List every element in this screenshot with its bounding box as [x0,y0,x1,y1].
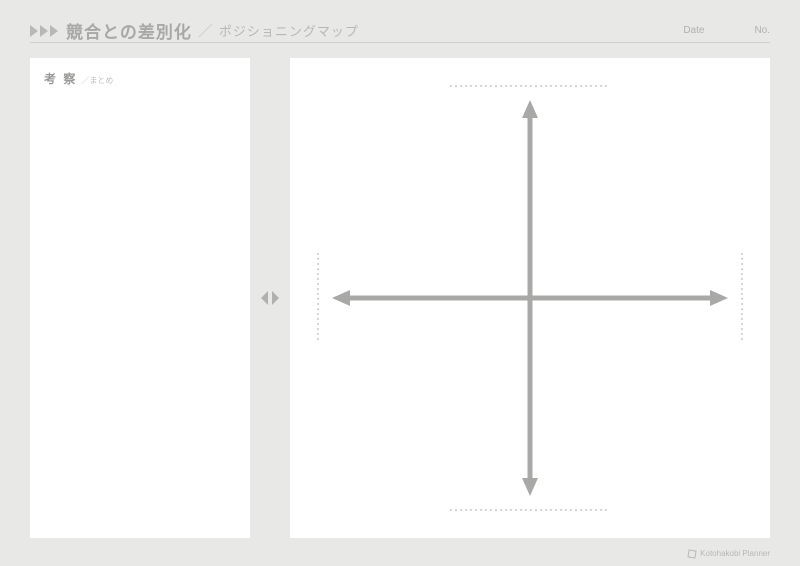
triangle-bullets-icon [30,25,58,37]
no-label: No. [754,25,770,36]
positioning-axes-icon [290,58,770,538]
page-title: 競合との差別化 [66,18,192,43]
header: 競合との差別化 ／ ポジショニングマップ Date No. [30,18,770,43]
divider-arrows-icon [260,288,280,308]
header-left: 競合との差別化 ／ ポジショニングマップ [30,18,359,43]
positioning-map-panel [290,58,770,538]
footer: Kotohakobi Planner [688,549,770,558]
date-label: Date [683,25,704,36]
observation-subtitle: ／まとめ [81,76,113,85]
observation-panel: 考 察 ／まとめ [30,58,250,538]
header-underline [30,42,770,43]
panel-divider [250,288,290,308]
page-subtitle: ポジショニングマップ [219,21,359,40]
header-meta: Date No. [683,25,770,36]
brand-icon [688,549,697,558]
observation-title: 考 察 [44,72,77,86]
content-area: 考 察 ／まとめ [30,58,770,538]
brand-label: Kotohakobi Planner [700,549,770,558]
title-separator: ／ [198,20,213,41]
